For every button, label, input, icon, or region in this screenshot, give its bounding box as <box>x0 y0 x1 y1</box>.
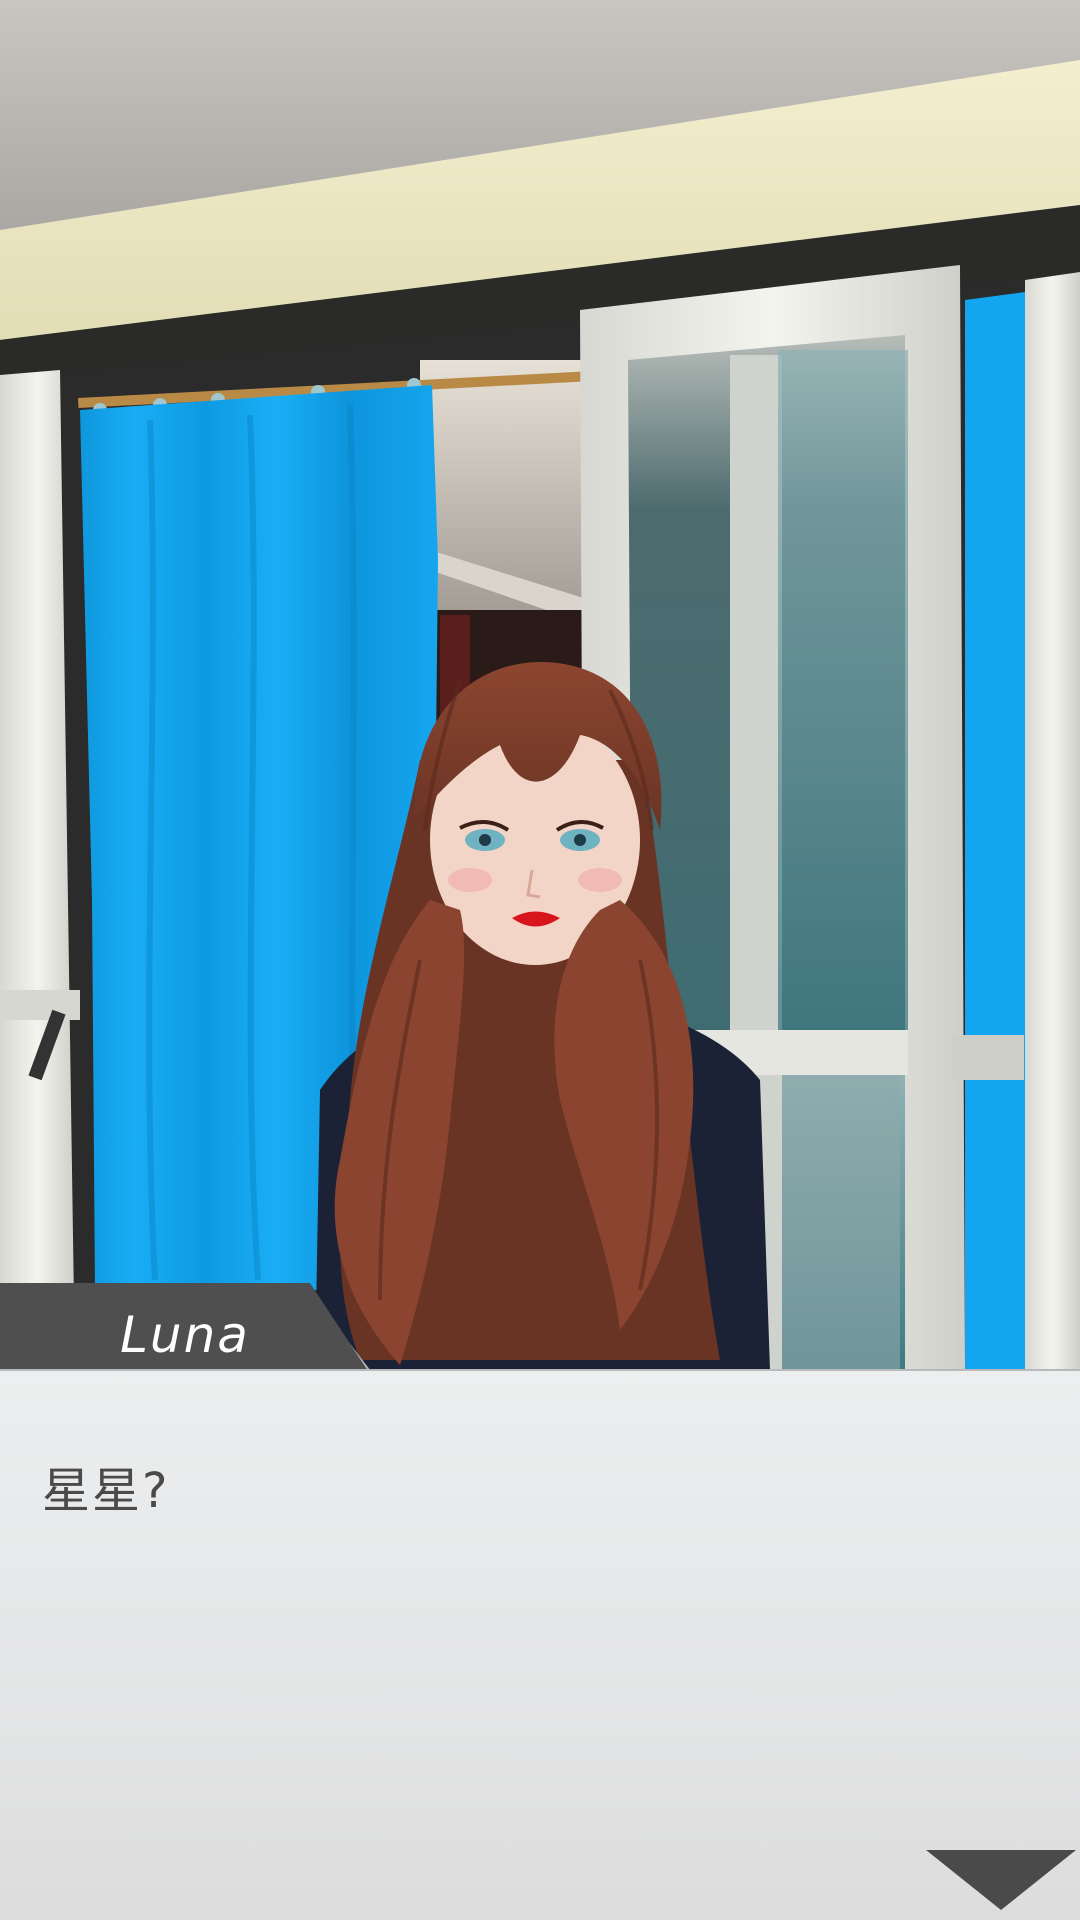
dialogue-text: 星星? <box>42 1463 170 1519</box>
dialogue-box[interactable]: 星星? <box>0 1369 1080 1920</box>
scene-background <box>0 0 1080 1370</box>
game-screen[interactable]: Luna 星星? <box>0 0 1080 1920</box>
triangle-down-icon[interactable] <box>926 1850 1076 1914</box>
